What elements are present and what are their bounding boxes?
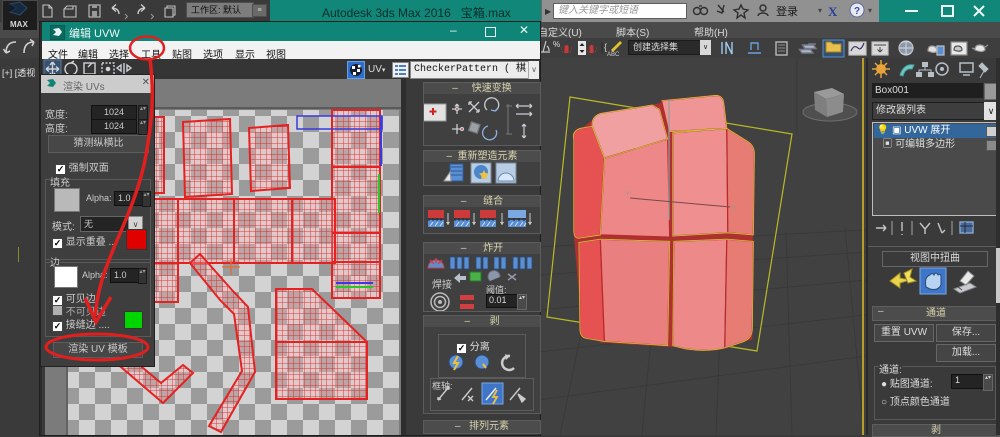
svg-text:▾: ▾	[818, 6, 822, 15]
svg-text:MAX: MAX	[10, 20, 28, 29]
svg-text:X: X	[732, 205, 737, 212]
svg-text:▾: ▾	[868, 6, 872, 15]
svg-text:{: {	[604, 42, 607, 52]
svg-text:登录: 登录	[776, 4, 798, 18]
svg-text:%: %	[553, 40, 560, 49]
svg-text:Y: Y	[625, 191, 630, 198]
svg-text:?: ?	[854, 6, 860, 17]
svg-text:X: X	[828, 4, 838, 19]
